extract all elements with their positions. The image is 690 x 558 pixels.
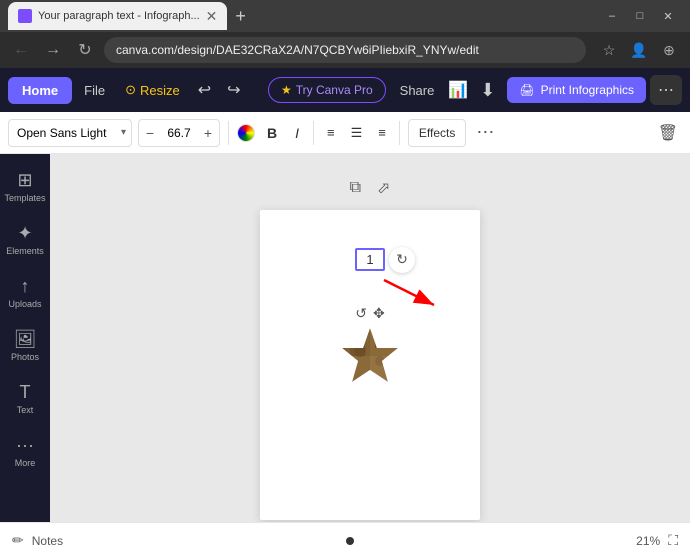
resize-menu[interactable]: ⊙ Resize [117,78,188,102]
bookmark-icon[interactable]: ☆ [596,37,622,63]
left-sidebar: ⊞ Templates ✦ Elements ↑ Uploads 🖼 Photo… [0,154,50,522]
fullscreen-icon[interactable]: ⛶ [668,532,678,549]
close-button[interactable]: ✕ [654,2,682,30]
photos-label: Photos [11,352,39,362]
undo-redo-group: ↩ ↪ [192,76,247,104]
canva-star-icon: ★ [281,83,292,97]
address-bar-icons: ☆ 👤 ⊕ [596,37,682,63]
share-button[interactable]: Share [390,78,445,103]
address-bar: ← → ↻ ☆ 👤 ⊕ [0,32,690,68]
text-label: Text [17,405,34,415]
resize-label: Resize [140,83,180,98]
undo-button[interactable]: ↩ [192,76,217,104]
active-tab[interactable]: Your paragraph text - Infograph... ✕ [8,2,227,30]
sidebar-item-photos[interactable]: 🖼 Photos [3,321,47,370]
download-button[interactable]: ⬇ [472,76,503,105]
templates-icon: ⊞ [17,170,32,191]
try-canva-pro-button[interactable]: ★ Try Canva Pro [268,77,386,103]
star-rotate-control[interactable]: ↺ [355,305,367,322]
refresh-button[interactable]: ↻ [72,37,98,63]
page-indicator-dot [346,537,354,545]
rotate-handle[interactable]: ↻ [389,247,415,273]
bottom-bar: ✏ Notes 21% ⛶ [0,522,690,558]
text-color-picker[interactable] [237,124,255,142]
font-family-wrapper: Open Sans Light [8,119,132,147]
extensions-icon[interactable]: ⊕ [656,37,682,63]
canvas-top-icons: ⧉ ⬀ [346,174,395,202]
text-icon: T [20,382,31,403]
align-center-button[interactable]: ☰ [346,121,368,145]
profile-icon[interactable]: 👤 [626,37,652,63]
canvas-text-element[interactable]: 1 ↻ [355,248,385,271]
sidebar-item-templates[interactable]: ⊞ Templates [3,162,47,211]
tab-favicon [18,9,32,23]
font-size-wrapper: − + [138,119,220,147]
file-menu[interactable]: File [76,79,113,102]
back-button[interactable]: ← [8,37,34,63]
canvas-area[interactable]: ⧉ ⬀ 1 ↻ [50,154,690,522]
canvas-copy-button[interactable]: ⧉ [346,174,365,202]
align-left-button[interactable]: ≡ [322,121,340,144]
font-family-select[interactable]: Open Sans Light [8,119,132,147]
sidebar-item-uploads[interactable]: ↑ Uploads [3,268,47,317]
more-label: More [15,458,36,468]
home-button[interactable]: Home [8,77,72,104]
uploads-icon: ↑ [21,276,30,297]
effects-button[interactable]: Effects [408,119,466,147]
forward-button[interactable]: → [40,37,66,63]
notes-icon: ✏ [12,532,24,549]
address-input[interactable] [104,37,586,63]
sidebar-item-elements[interactable]: ✦ Elements [3,215,47,264]
canvas-external-button[interactable]: ⬀ [373,174,394,202]
canva-app: Home File ⊙ Resize ↩ ↪ ★ Try Canva Pro S… [0,68,690,558]
maximize-button[interactable]: □ [626,2,654,30]
font-size-decrease[interactable]: − [139,120,161,146]
tab-close-btn[interactable]: ✕ [206,8,218,25]
elements-label: Elements [6,246,44,256]
sidebar-item-more[interactable]: ··· More [3,427,47,476]
delete-element-button[interactable]: 🗑 [654,119,682,147]
try-canva-label: Try Canva Pro [296,83,373,97]
notes-label: Notes [32,534,63,548]
window-controls: – □ ✕ [598,2,682,30]
text-input-box[interactable]: 1 [355,248,385,271]
print-infographics-button[interactable]: 🖨 Print Infographics [507,77,646,103]
toolbar-divider-1 [228,121,229,145]
print-label: Print Infographics [541,83,634,97]
align-right-button[interactable]: ≡ [373,121,391,144]
tab-title: Your paragraph text - Infograph... [38,10,200,22]
secondary-toolbar: Open Sans Light − + B I ≡ ☰ ≡ Effects ⋯ … [0,112,690,154]
zoom-level: 21% [636,534,660,548]
star-controls: ↺ ✥ [340,305,400,322]
more-text-options-button[interactable]: ⋯ [472,122,498,143]
elements-icon: ✦ [17,223,32,244]
redo-button[interactable]: ↪ [221,76,246,104]
toolbar-divider-3 [399,121,400,145]
main-area: ⊞ Templates ✦ Elements ↑ Uploads 🖼 Photo… [0,154,690,522]
star-shape[interactable] [340,326,400,386]
italic-button[interactable]: I [289,121,305,145]
star-element-wrapper: ↺ ✥ [340,305,400,389]
more-icon: ··· [16,435,34,456]
photos-icon: 🖼 [14,329,37,350]
new-tab-button[interactable]: + [235,6,246,27]
minimize-button[interactable]: – [598,2,626,30]
uploads-label: Uploads [8,299,41,309]
toolbar-divider-2 [313,121,314,145]
templates-label: Templates [4,193,45,203]
menu-bar: Home File ⊙ Resize ↩ ↪ ★ Try Canva Pro S… [0,68,690,112]
tab-bar: Your paragraph text - Infograph... ✕ + –… [0,0,690,32]
bold-button[interactable]: B [261,121,283,145]
browser-chrome: Your paragraph text - Infograph... ✕ + –… [0,0,690,68]
font-size-increase[interactable]: + [197,120,219,146]
font-size-input[interactable] [161,126,197,140]
sidebar-item-text[interactable]: T Text [3,374,47,423]
star-move-control[interactable]: ✥ [373,305,385,322]
more-options-button[interactable]: ⋯ [650,75,682,105]
print-icon: 🖨 [519,83,534,97]
page-canvas: 1 ↻ ↺ ✥ [260,210,480,520]
analytics-icon[interactable]: 📊 [448,80,468,100]
resize-icon: ⊙ [125,82,136,98]
